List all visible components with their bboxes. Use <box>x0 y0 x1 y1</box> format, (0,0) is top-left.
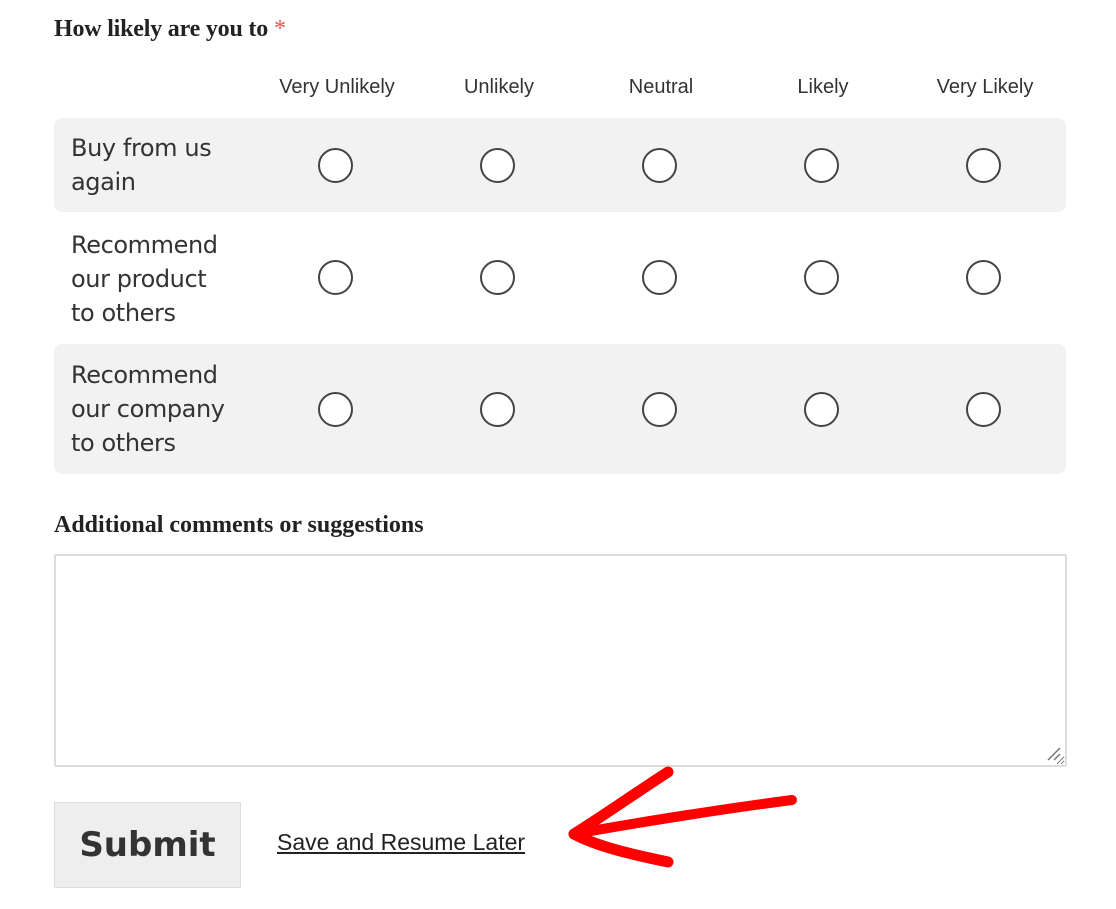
row-label-line: Recommend <box>71 231 218 259</box>
arrow-lower-stroke <box>568 828 674 868</box>
save-and-resume-link[interactable]: Save and Resume Later <box>277 829 525 856</box>
likert-row-recommend-product: Recommend our product to others <box>54 212 1066 344</box>
column-header-very-unlikely: Very Unlikely <box>279 76 395 98</box>
likert-row-recommend-company: Recommend our company to others <box>54 344 1066 474</box>
column-header-unlikely: Unlikely <box>463 76 535 98</box>
row-label-line: Recommend <box>71 361 218 389</box>
radio-unlikely[interactable] <box>480 260 515 295</box>
radio-very-unlikely[interactable] <box>318 260 353 295</box>
red-arrow-annotation <box>568 766 797 868</box>
question-label-text: How likely are you to <box>54 16 269 42</box>
required-asterisk: * <box>274 16 286 42</box>
radio-very-likely[interactable] <box>966 392 1001 427</box>
row-label: Recommend our company to others <box>71 358 256 460</box>
radio-likely[interactable] <box>804 392 839 427</box>
row-label-line: Buy from us <box>71 134 212 162</box>
radio-neutral[interactable] <box>642 148 677 183</box>
radio-likely[interactable] <box>804 260 839 295</box>
radio-very-likely[interactable] <box>966 148 1001 183</box>
comments-label: Additional comments or suggestions <box>54 512 424 538</box>
row-label-line: our product <box>71 265 207 293</box>
radio-very-likely[interactable] <box>966 260 1001 295</box>
column-header-very-likely: Very Likely <box>936 76 1034 98</box>
question-label: How likely are you to * <box>54 16 286 43</box>
column-header-likely: Likely <box>797 76 849 98</box>
radio-very-unlikely[interactable] <box>318 148 353 183</box>
radio-unlikely[interactable] <box>480 148 515 183</box>
comments-textarea[interactable] <box>54 554 1067 767</box>
row-label-line: to others <box>71 299 176 327</box>
row-label: Recommend our product to others <box>71 228 256 330</box>
radio-likely[interactable] <box>804 148 839 183</box>
row-label-line: again <box>71 168 136 196</box>
column-header-neutral: Neutral <box>628 76 694 98</box>
row-label: Buy from us again <box>71 131 256 199</box>
resize-grip-icon[interactable] <box>1045 745 1061 761</box>
row-label-line: our company <box>71 395 225 423</box>
submit-button[interactable]: Submit <box>54 802 241 888</box>
radio-very-unlikely[interactable] <box>318 392 353 427</box>
radio-unlikely[interactable] <box>480 392 515 427</box>
row-label-line: to others <box>71 429 176 457</box>
likert-row-buy-again: Buy from us again <box>54 118 1066 212</box>
radio-neutral[interactable] <box>642 392 677 427</box>
radio-neutral[interactable] <box>642 260 677 295</box>
